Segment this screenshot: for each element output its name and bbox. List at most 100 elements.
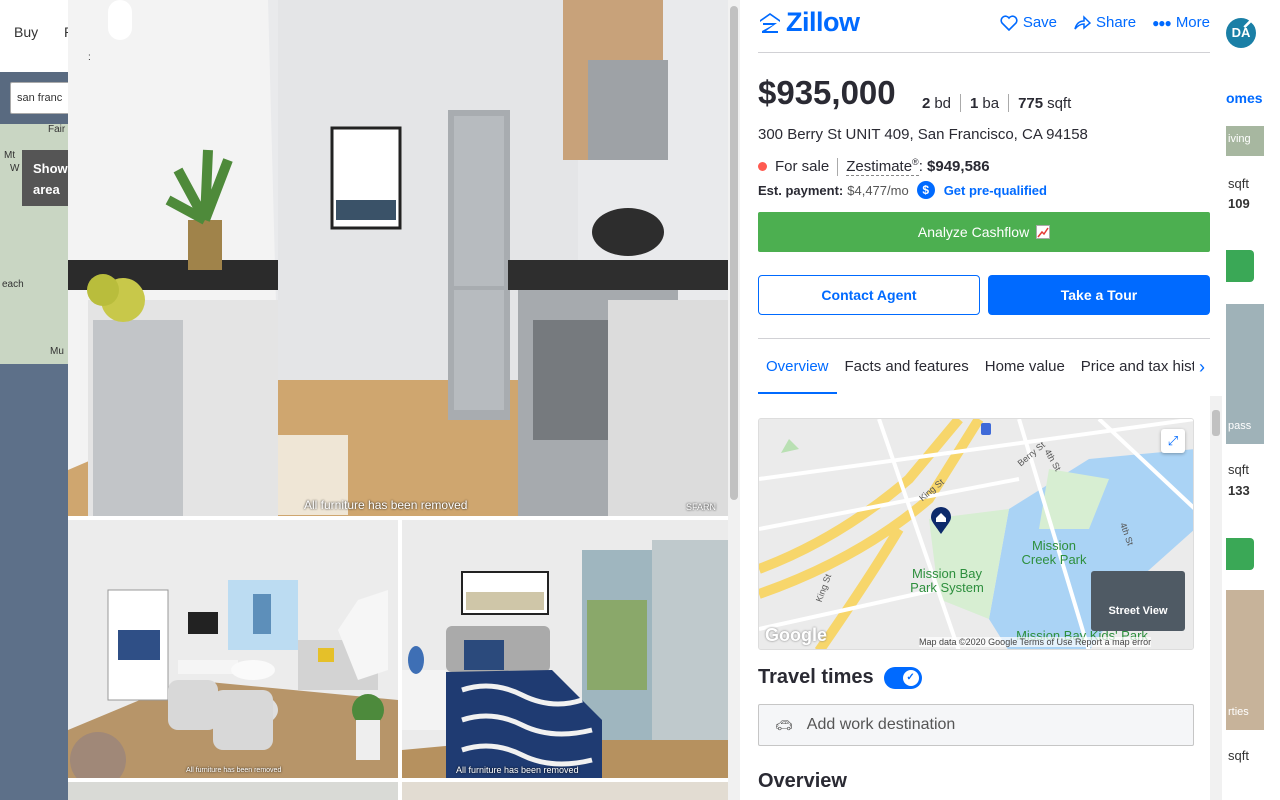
map-label-mission-creek-park: Mission Creek Park [1021,538,1087,567]
photo-caption: All furniture has been removed [456,765,579,775]
travel-times-title: Travel times [758,666,874,688]
chevron-right-icon[interactable]: › [1194,357,1210,378]
result-card-price: 109 [1228,196,1250,211]
map-label: W [10,163,20,174]
tab-facts-features[interactable]: Facts and features [837,339,977,394]
payment-value: $4,477/mo [847,182,909,198]
dollar-icon: $ [916,181,935,199]
baths-unit: ba [982,94,1000,112]
photo-caption: All furniture has been removed [186,767,282,774]
more-label: More [1175,14,1210,31]
sqft-unit: sqft [1047,94,1072,112]
listing-facts: 2 bd 1 ba 775 sqft [922,94,1071,112]
baths-value: 1 [970,94,979,112]
travel-times-row: Travel times ✓ [758,666,922,689]
photo-next[interactable] [402,782,728,800]
chart-icon [1036,225,1051,239]
sqft-value: 775 [1018,94,1044,112]
zestimate-label[interactable]: Zestimate® [846,157,919,176]
show-area-line1: Show [33,161,68,176]
map-label: Fair [48,124,66,135]
detail-tabs: Overview Facts and features Home value P… [758,338,1210,394]
heart-icon [1000,14,1018,31]
header-divider [758,52,1210,53]
take-tour-button[interactable]: Take a Tour [988,275,1210,315]
map-attribution: Map data ©2020 Google Terms of Use Repor… [919,637,1152,647]
gallery-scrollbar-thumb[interactable] [730,6,738,500]
check-icon: ✓ [902,669,919,686]
share-icon [1074,14,1092,30]
share-button[interactable]: Share [1073,14,1136,31]
beds-value: 2 [922,94,931,112]
background-homes-link[interactable]: omes [1226,90,1263,106]
analyze-cashflow-label: Analyze Cashflow [917,224,1030,240]
analyze-cashflow-button[interactable]: Analyze Cashflow [758,212,1210,252]
photo-watermark: SFARN [686,502,717,512]
result-card-badge: pass [1228,420,1252,432]
beds-unit: bd [934,94,952,112]
nav-buy[interactable]: Buy [14,24,38,40]
share-label: Share [1096,14,1137,31]
photo-next[interactable] [68,782,398,800]
street-view-button[interactable]: Street View [1091,571,1185,631]
panel-scrollbar-thumb[interactable] [1212,410,1220,436]
status-row: For sale Zestimate® : $949,586 [758,157,990,176]
map-label: Mt [4,150,16,161]
zillow-logo[interactable]: Zillow [758,7,860,38]
save-button[interactable]: Save [1000,14,1057,31]
location-map[interactable]: Mission Bay Park System Mission Creek Pa… [758,418,1194,650]
photo-living-room[interactable]: All furniture has been removed [68,520,398,778]
result-card-sqft: sqft [1228,748,1249,763]
result-card-button[interactable] [1226,250,1254,282]
car-icon: 🚗︎ [775,716,793,733]
more-button[interactable]: ●●● More [1152,14,1210,31]
photo-caption: All furniture has been removed [304,498,468,512]
result-card-sqft: sqft [1228,462,1249,477]
payment-row: Est. payment: $4,477/mo $ Get pre-qualif… [758,181,1047,199]
show-area-button[interactable]: Show area [22,150,68,206]
header-actions: Save Share ●●● More [1000,14,1210,31]
travel-times-toggle[interactable]: ✓ [883,666,922,689]
work-destination-input[interactable]: 🚗︎ Add work destination [758,704,1194,746]
photo-kitchen[interactable]: : All furniture has been removed SFARN [68,0,728,516]
photo-bedroom[interactable]: All furniture has been removed [402,520,728,778]
payment-label: Est. payment: [758,182,844,198]
listing-address: 300 Berry St UNIT 409, San Francisco, CA… [758,126,1088,143]
result-card-button[interactable] [1226,538,1254,570]
listing-detail-panel: Zillow Save Share ●●● More $935,000 2 bd… [740,0,1226,800]
google-logo: Google [765,625,827,645]
overview-heading: Overview [758,770,847,792]
status-dot-icon [758,162,767,171]
show-area-line2: area [33,182,60,197]
zestimate-colon: : [918,158,928,175]
result-card-badge: iving [1228,133,1251,145]
tab-overview[interactable]: Overview [758,339,837,394]
photo-gallery[interactable]: : All furniture has been removed SFARN A… [68,0,740,800]
result-card-sqft: sqft [1228,176,1249,191]
work-destination-placeholder: Add work destination [806,716,956,733]
panel-scrollbar[interactable] [1210,396,1222,800]
zestimate-value: $949,586 [927,158,990,175]
home-marker-icon[interactable] [930,507,952,540]
listing-price: $935,000 [758,74,896,111]
brand-name: Zillow [786,7,860,37]
tab-home-value[interactable]: Home value [977,339,1073,394]
map-label: each [2,279,24,290]
zestimate-label-text: Zestimate [846,158,913,175]
status-separator [837,157,839,176]
background-search-input[interactable]: san franc [10,82,72,114]
tab-price-tax-history[interactable]: Price and tax history [1073,339,1210,394]
map-label-mission-bay-park: Mission Bay Park System [910,566,984,595]
contact-agent-button[interactable]: Contact Agent [758,275,980,315]
svg-text::: : [88,52,91,63]
close-icon[interactable]: ✕ [1238,8,1264,34]
result-card-badge: rties [1228,706,1249,718]
facts-separator [1008,94,1010,112]
save-label: Save [1022,14,1058,31]
more-dots-icon: ●●● [1152,15,1172,30]
prequalified-link[interactable]: Get pre-qualified [944,183,1047,198]
status-text: For sale [775,158,830,175]
expand-map-icon[interactable]: ⤢ [1161,429,1185,453]
map-label: Mu [50,346,64,357]
facts-separator [960,94,962,112]
